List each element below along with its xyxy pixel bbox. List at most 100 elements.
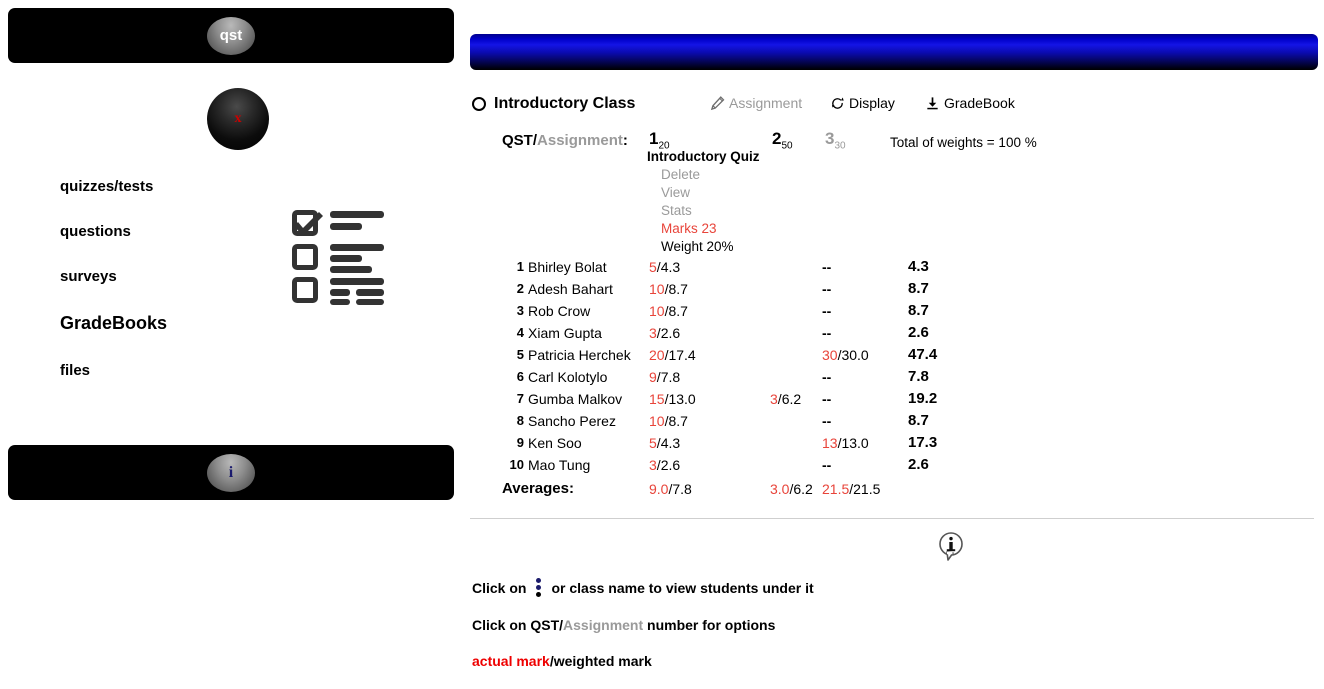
student-name[interactable]: Patricia Herchek (528, 344, 631, 366)
assignment-marks-value: 30 (834, 140, 846, 152)
assignment-marks-label: Marks 23 (661, 221, 717, 236)
student-index: 9 (516, 435, 524, 450)
assignment-1-mark: 10/8.7 (649, 410, 688, 432)
assignment-1-mark-actual: 3 (649, 325, 657, 341)
assignment-1-mark-weighted: 17.4 (668, 347, 696, 363)
student-name[interactable]: Carl Kolotylo (528, 366, 607, 388)
sidebar-item-gradebooks[interactable]: GradeBooks (60, 313, 280, 334)
assignment-3-mark-weighted: 30.0 (841, 347, 869, 363)
table-row: 9 Ken Soo 5/4.3 13/13.0 17.3 (466, 432, 1324, 454)
table-row: 6 Carl Kolotylo 9/7.8 -- 7.8 (466, 366, 1324, 388)
assignment-1-mark-actual: 5 (649, 435, 657, 451)
assignment-button[interactable]: Assignment (710, 95, 802, 111)
info-bubble-icon[interactable] (936, 531, 968, 563)
sidebar: qst x quizzes/tests questions surveys Gr… (8, 8, 454, 670)
student-name[interactable]: Bhirley Bolat (528, 256, 607, 278)
student-name[interactable]: Gumba Malkov (528, 388, 622, 410)
assignment-title: Introductory Quiz (647, 149, 760, 164)
assignment-3-mark: -- (822, 366, 831, 388)
qst-label: QST (502, 132, 533, 149)
display-button[interactable]: Display (830, 95, 895, 111)
averages-assignment-1-actual: 9.0 (649, 481, 669, 497)
assignment-3-mark: -- (822, 410, 831, 432)
student-name[interactable]: Xiam Gupta (528, 322, 602, 344)
close-icon: x (234, 111, 242, 126)
assignment-3-mark-actual: 30 (822, 347, 838, 363)
student-name[interactable]: Adesh Bahart (528, 278, 613, 300)
sidebar-nav: quizzes/tests questions surveys GradeBoo… (60, 178, 280, 407)
student-total: 47.4 (908, 346, 938, 363)
sidebar-item-surveys[interactable]: surveys (60, 268, 280, 285)
sidebar-item-files[interactable]: files (60, 362, 280, 379)
student-name[interactable]: Rob Crow (528, 300, 590, 322)
student-total: 2.6 (908, 324, 929, 341)
table-row: 2 Adesh Bahart 10/8.7 -- 8.7 (466, 278, 1324, 300)
assignment-delete-option[interactable]: Delete (661, 166, 760, 184)
student-name[interactable]: Mao Tung (528, 454, 590, 476)
sidebar-item-quizzes-tests[interactable]: quizzes/tests (60, 178, 280, 195)
student-name[interactable]: Ken Soo (528, 432, 582, 454)
sidebar-item-label: quizzes/tests (60, 178, 154, 195)
assignment-view-option[interactable]: View (661, 184, 760, 202)
assignment-1-mark-weighted: 2.6 (660, 457, 681, 473)
student-index: 10 (509, 457, 524, 472)
averages-assignment-2-actual: 3.0 (770, 481, 790, 497)
averages-assignment-2: 3.0/6.2 (770, 478, 813, 500)
student-total: 8.7 (908, 280, 929, 297)
table-row: 7 Gumba Malkov 15/13.0 3/6.2 -- 19.2 (466, 388, 1324, 410)
sidebar-item-label: files (60, 362, 91, 379)
gradebook-button[interactable]: GradeBook (925, 95, 1015, 111)
assignment-1-mark-weighted: 4.3 (660, 435, 681, 451)
assignment-3-mark: -- (822, 256, 831, 278)
table-row: 1 Bhirley Bolat 5/4.3 -- 4.3 (466, 256, 1324, 278)
student-total: 8.7 (908, 412, 929, 429)
student-name[interactable]: Sancho Perez (528, 410, 616, 432)
assignment-1-mark-weighted: 13.0 (668, 391, 696, 407)
class-radio-icon[interactable] (472, 97, 486, 111)
assignment-2-mark: 3/6.2 (770, 388, 801, 410)
assignment-stats-option[interactable]: Stats (661, 202, 760, 220)
info-button[interactable]: i (207, 453, 255, 492)
close-button[interactable]: x (207, 88, 269, 150)
assignment-3-mark-empty: -- (822, 369, 832, 385)
qst-brand-button[interactable]: qst (207, 16, 255, 55)
display-button-label: Display (849, 95, 895, 111)
assignment-number-3[interactable]: 330 (825, 129, 846, 151)
assignment-3-mark: -- (822, 322, 831, 344)
qst-colon: : (622, 132, 628, 149)
download-icon (927, 96, 938, 109)
averages-assignment-1-weighted: 7.8 (672, 481, 692, 497)
assignment-3-mark: 30/30.0 (822, 344, 869, 366)
assignment-3-mark-empty: -- (822, 281, 832, 297)
assignment-1-mark-actual: 10 (649, 281, 665, 297)
assignment-1-mark: 15/13.0 (649, 388, 696, 410)
student-total: 7.8 (908, 368, 929, 385)
footer-line1-prefix: Click on (472, 579, 527, 596)
assignment-3-mark: 13/13.0 (822, 432, 869, 454)
footer-legend: Click on or class name to view students … (472, 578, 814, 689)
student-index: 3 (516, 303, 524, 318)
assignment-1-mark-actual: 5 (649, 259, 657, 275)
assignment-number-2[interactable]: 250 (772, 129, 793, 151)
assignment-1-mark-actual: 10 (649, 413, 665, 429)
assignment-3-mark-weighted: 13.0 (841, 435, 869, 451)
refresh-icon (831, 97, 844, 109)
sidebar-item-label: questions (60, 223, 131, 240)
qst-assignment-header: QST/Assignment: (502, 132, 628, 149)
student-total: 19.2 (908, 390, 938, 407)
student-index: 1 (516, 259, 524, 274)
averages-label: Averages: (502, 480, 574, 497)
footer-divider (470, 518, 1314, 519)
class-name-label[interactable]: Introductory Class (494, 95, 635, 113)
assignment-1-mark-actual: 20 (649, 347, 665, 363)
assignment-3-mark-actual: 13 (822, 435, 838, 451)
table-row: 8 Sancho Perez 10/8.7 -- 8.7 (466, 410, 1324, 432)
assignment-1-mark-weighted: 8.7 (668, 303, 688, 319)
averages-assignment-2-weighted: 6.2 (793, 481, 813, 497)
table-row: 3 Rob Crow 10/8.7 -- 8.7 (466, 300, 1324, 322)
assignment-1-mark: 9/7.8 (649, 366, 680, 388)
sidebar-item-questions[interactable]: questions (60, 223, 280, 240)
footer-line-3: actual mark / weighted mark (472, 653, 814, 669)
assignment-2-mark-actual: 3 (770, 391, 778, 407)
assignment-1-mark: 10/8.7 (649, 300, 688, 322)
